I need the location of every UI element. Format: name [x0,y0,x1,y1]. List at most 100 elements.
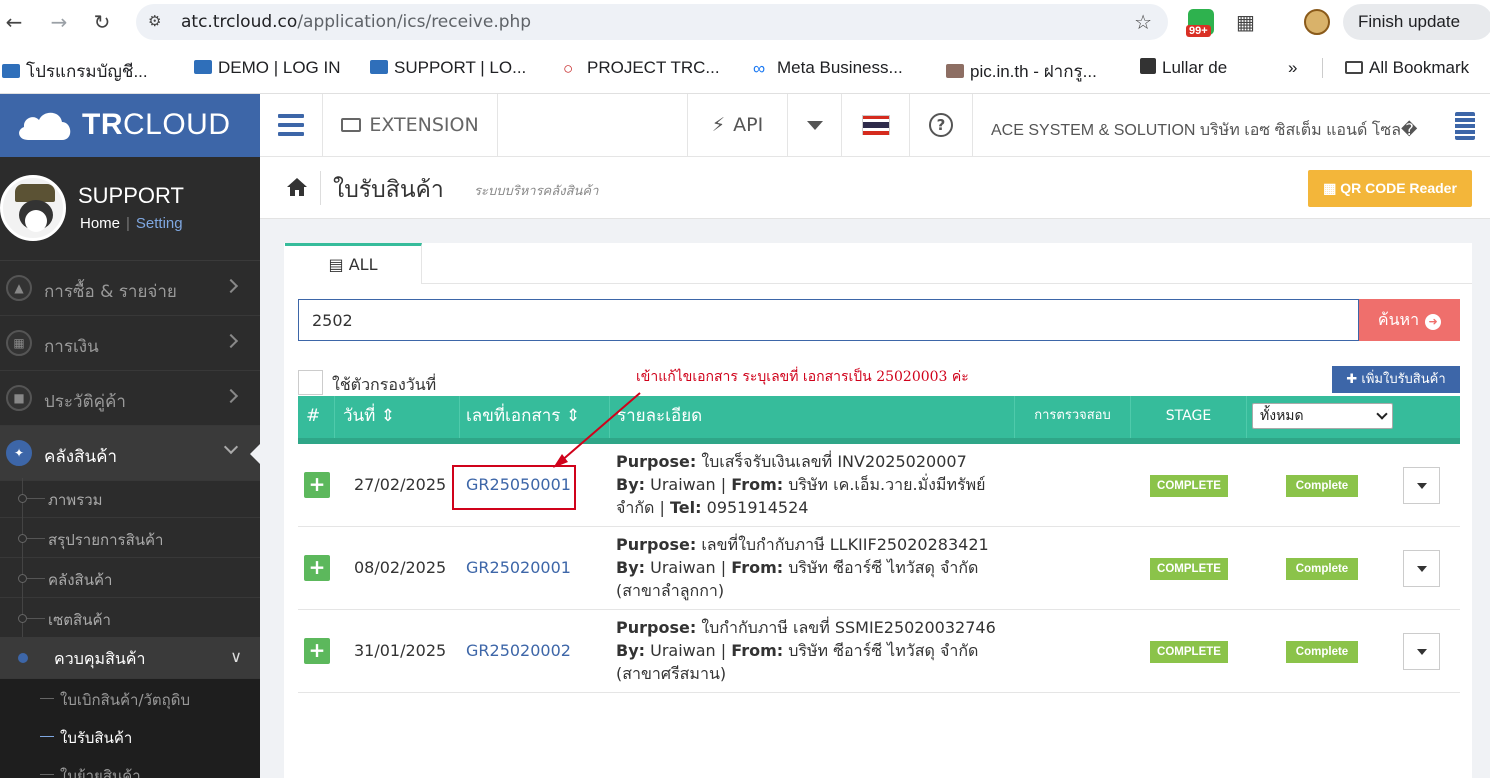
sidebar: SUPPORT Home | Setting ▲ การซื้อ & รายจ่าย… [0,157,260,778]
sidebar-item-purchase[interactable]: ▲ การซื้อ & รายจ่าย [0,261,260,316]
row-doc-link[interactable]: GR25020002 [466,641,571,660]
col-check: การตรวจสอบ [1015,396,1131,438]
api-dropdown-button[interactable] [788,94,842,156]
lullar-favicon-icon [1140,58,1156,74]
sidebar-sub2-transfer[interactable]: ใบย้ายสินค้า [0,755,260,778]
bookmarks-bar: โปรแกรมบัญชี... DEMO | LOG IN SUPPORT | … [0,44,1490,94]
sidebar-sub-summary[interactable]: สรุปรายการสินค้า [0,518,260,558]
stage-badge: Complete [1286,558,1358,580]
row-actions-dropdown[interactable] [1403,550,1440,587]
table-row: + 31/01/2025 GR25020002 Purpose: ใบกำกับ… [298,610,1460,693]
api-button[interactable]: ⚡ API [687,94,788,156]
search-button[interactable]: ค้นหา ➜ [1359,299,1460,341]
bullet-icon [18,614,27,623]
sidebar-sub-product-set[interactable]: เซตสินค้า [0,598,260,638]
contact-icon: ■ [6,385,32,411]
caret-down-icon [1417,649,1427,655]
setting-link[interactable]: Setting [136,215,183,232]
col-doc[interactable]: เลขที่เอกสาร ⇕ [460,396,610,438]
bookmark-item[interactable]: ∞ Meta Business... [753,58,903,78]
app-logo[interactable]: TRCLOUD [0,94,260,157]
bookmark-item[interactable]: pic.in.th - ฝากรู... [946,58,1097,85]
bookmark-item[interactable]: Lullar de [1140,58,1227,78]
expand-button[interactable]: + [304,555,330,581]
row-from: บริษัท ซีอาร์ซี ไทวัสดุ จำกัด [788,641,979,660]
sidebar-item-inventory[interactable]: ✦ คลังสินค้า [0,426,260,481]
bookmark-label: Meta Business... [777,58,903,77]
url-path: /application/ics/receive.php [297,12,532,32]
finish-update-button[interactable]: Finish update [1343,4,1490,40]
company-name[interactable]: ACE SYSTEM & SOLUTION บริษัท เอซ ซิสเต็ม… [991,118,1417,143]
date-filter-checkbox[interactable] [298,370,323,395]
stage-badge: Complete [1286,641,1358,663]
chevron-right-icon [223,388,239,404]
sidebar-item-contacts[interactable]: ■ ประวัติคู่ค้า [0,371,260,426]
col-stage: STAGE [1131,396,1247,438]
chevron-down-icon [223,439,239,455]
avatar[interactable] [0,175,66,241]
tab-all[interactable]: ▤ ALL [285,243,422,284]
extension-button[interactable]: EXTENSION [323,94,498,156]
add-receipt-button[interactable]: ✚ เพิ่มใบรับสินค้า [1332,366,1460,393]
stage-filter-value: ทั้งหมด [1260,408,1304,424]
bookmark-item[interactable]: โปรแกรมบัญชี... [2,58,148,85]
language-button[interactable] [842,94,910,156]
bookmark-item[interactable]: SUPPORT | LO... [370,58,526,78]
home-link[interactable]: Home [80,215,120,232]
help-button[interactable]: ? [910,94,973,156]
qr-reader-button[interactable]: ▦ QR CODE Reader [1308,170,1472,207]
sidebar-sub-stock-control[interactable]: ควบคุมสินค้า ∨ [0,637,260,679]
expand-button[interactable]: + [304,638,330,664]
extension-icon[interactable]: 99+ [1186,9,1214,37]
home-icon[interactable] [286,177,308,197]
address-bar[interactable]: ⚙ atc.trcloud.co/application/ics/receive… [136,4,1168,40]
extensions-puzzle-icon[interactable]: ▦ [1236,10,1255,34]
row-actions-dropdown[interactable] [1403,467,1440,504]
project-favicon-icon: ○ [563,59,574,78]
user-links: Home | Setting [80,215,183,232]
tab-label: ALL [348,255,378,274]
stage-filter-select[interactable]: ทั้งหมด [1252,403,1393,429]
page-header: ใบรับสินค้า ระบบบริหารคลังสินค้า ▦ QR CO… [260,157,1490,219]
bookmark-item[interactable]: DEMO | LOG IN [194,58,341,78]
sidebar-sub2-issue[interactable]: ใบเบิกสินค้า/วัตถุดิบ [0,679,260,717]
plug-icon: ⚡ [711,114,726,136]
search-input[interactable] [298,299,1359,341]
profile-avatar[interactable] [1304,9,1330,35]
table-row: + 27/02/2025 GR25050001 Purpose: ใบเสร็จ… [298,444,1460,527]
row-purpose: ใบกำกับภาษี เลขที่ SSMIE25020032746 [701,618,996,637]
building-icon[interactable] [1455,112,1475,140]
col-date[interactable]: วันที่ ⇕ [335,396,460,438]
forward-icon[interactable]: → [47,10,71,34]
bookmark-item[interactable]: ○ PROJECT TRC... [563,58,720,78]
col-detail: รายละเอียด [610,396,1015,438]
api-label: API [733,114,764,136]
bullet-icon [18,574,27,583]
from-label: From: [731,475,784,494]
row-purpose: ใบเสร็จรับเงินเลขที่ INV2025020007 [701,452,967,471]
purpose-label: Purpose: [616,452,697,471]
from-label: From: [731,558,784,577]
sidebar-item-finance[interactable]: ▦ การเงิน [0,316,260,371]
sidebar-sub-overview[interactable]: ภาพรวม [0,478,260,518]
row-doc-link[interactable]: GR25020001 [466,558,571,577]
row-doc-link[interactable]: GR25050001 [466,475,571,494]
sidebar-item-label: การซื้อ & รายจ่าย [44,282,177,302]
row-by: Uraiwan [650,475,716,494]
thai-flag-icon [861,115,890,135]
row-actions-dropdown[interactable] [1403,633,1440,670]
sidebar-sub2-receive[interactable]: ใบรับสินค้า [0,717,260,755]
menu-toggle-button[interactable] [260,94,323,156]
bookmark-star-icon[interactable]: ☆ [1134,10,1152,34]
bookmarks-overflow-button[interactable]: » [1288,58,1297,78]
row-detail: Purpose: ใบเสร็จรับเงินเลขที่ INV2025020… [616,450,996,519]
expand-button[interactable]: + [304,472,330,498]
site-info-icon[interactable]: ⚙ [148,12,161,30]
back-icon[interactable]: ← [2,10,26,34]
reload-icon[interactable]: ↻ [90,10,114,34]
sidebar-sub-warehouse[interactable]: คลังสินค้า [0,558,260,598]
sidebar-item-label: คลังสินค้า [44,447,118,467]
date-filter-label: ใช้ตัวกรองวันที่ [332,375,437,394]
all-bookmarks-button[interactable]: All Bookmark [1322,58,1469,78]
row-from-tail: (สาขาศรีสมาน) [616,664,727,683]
